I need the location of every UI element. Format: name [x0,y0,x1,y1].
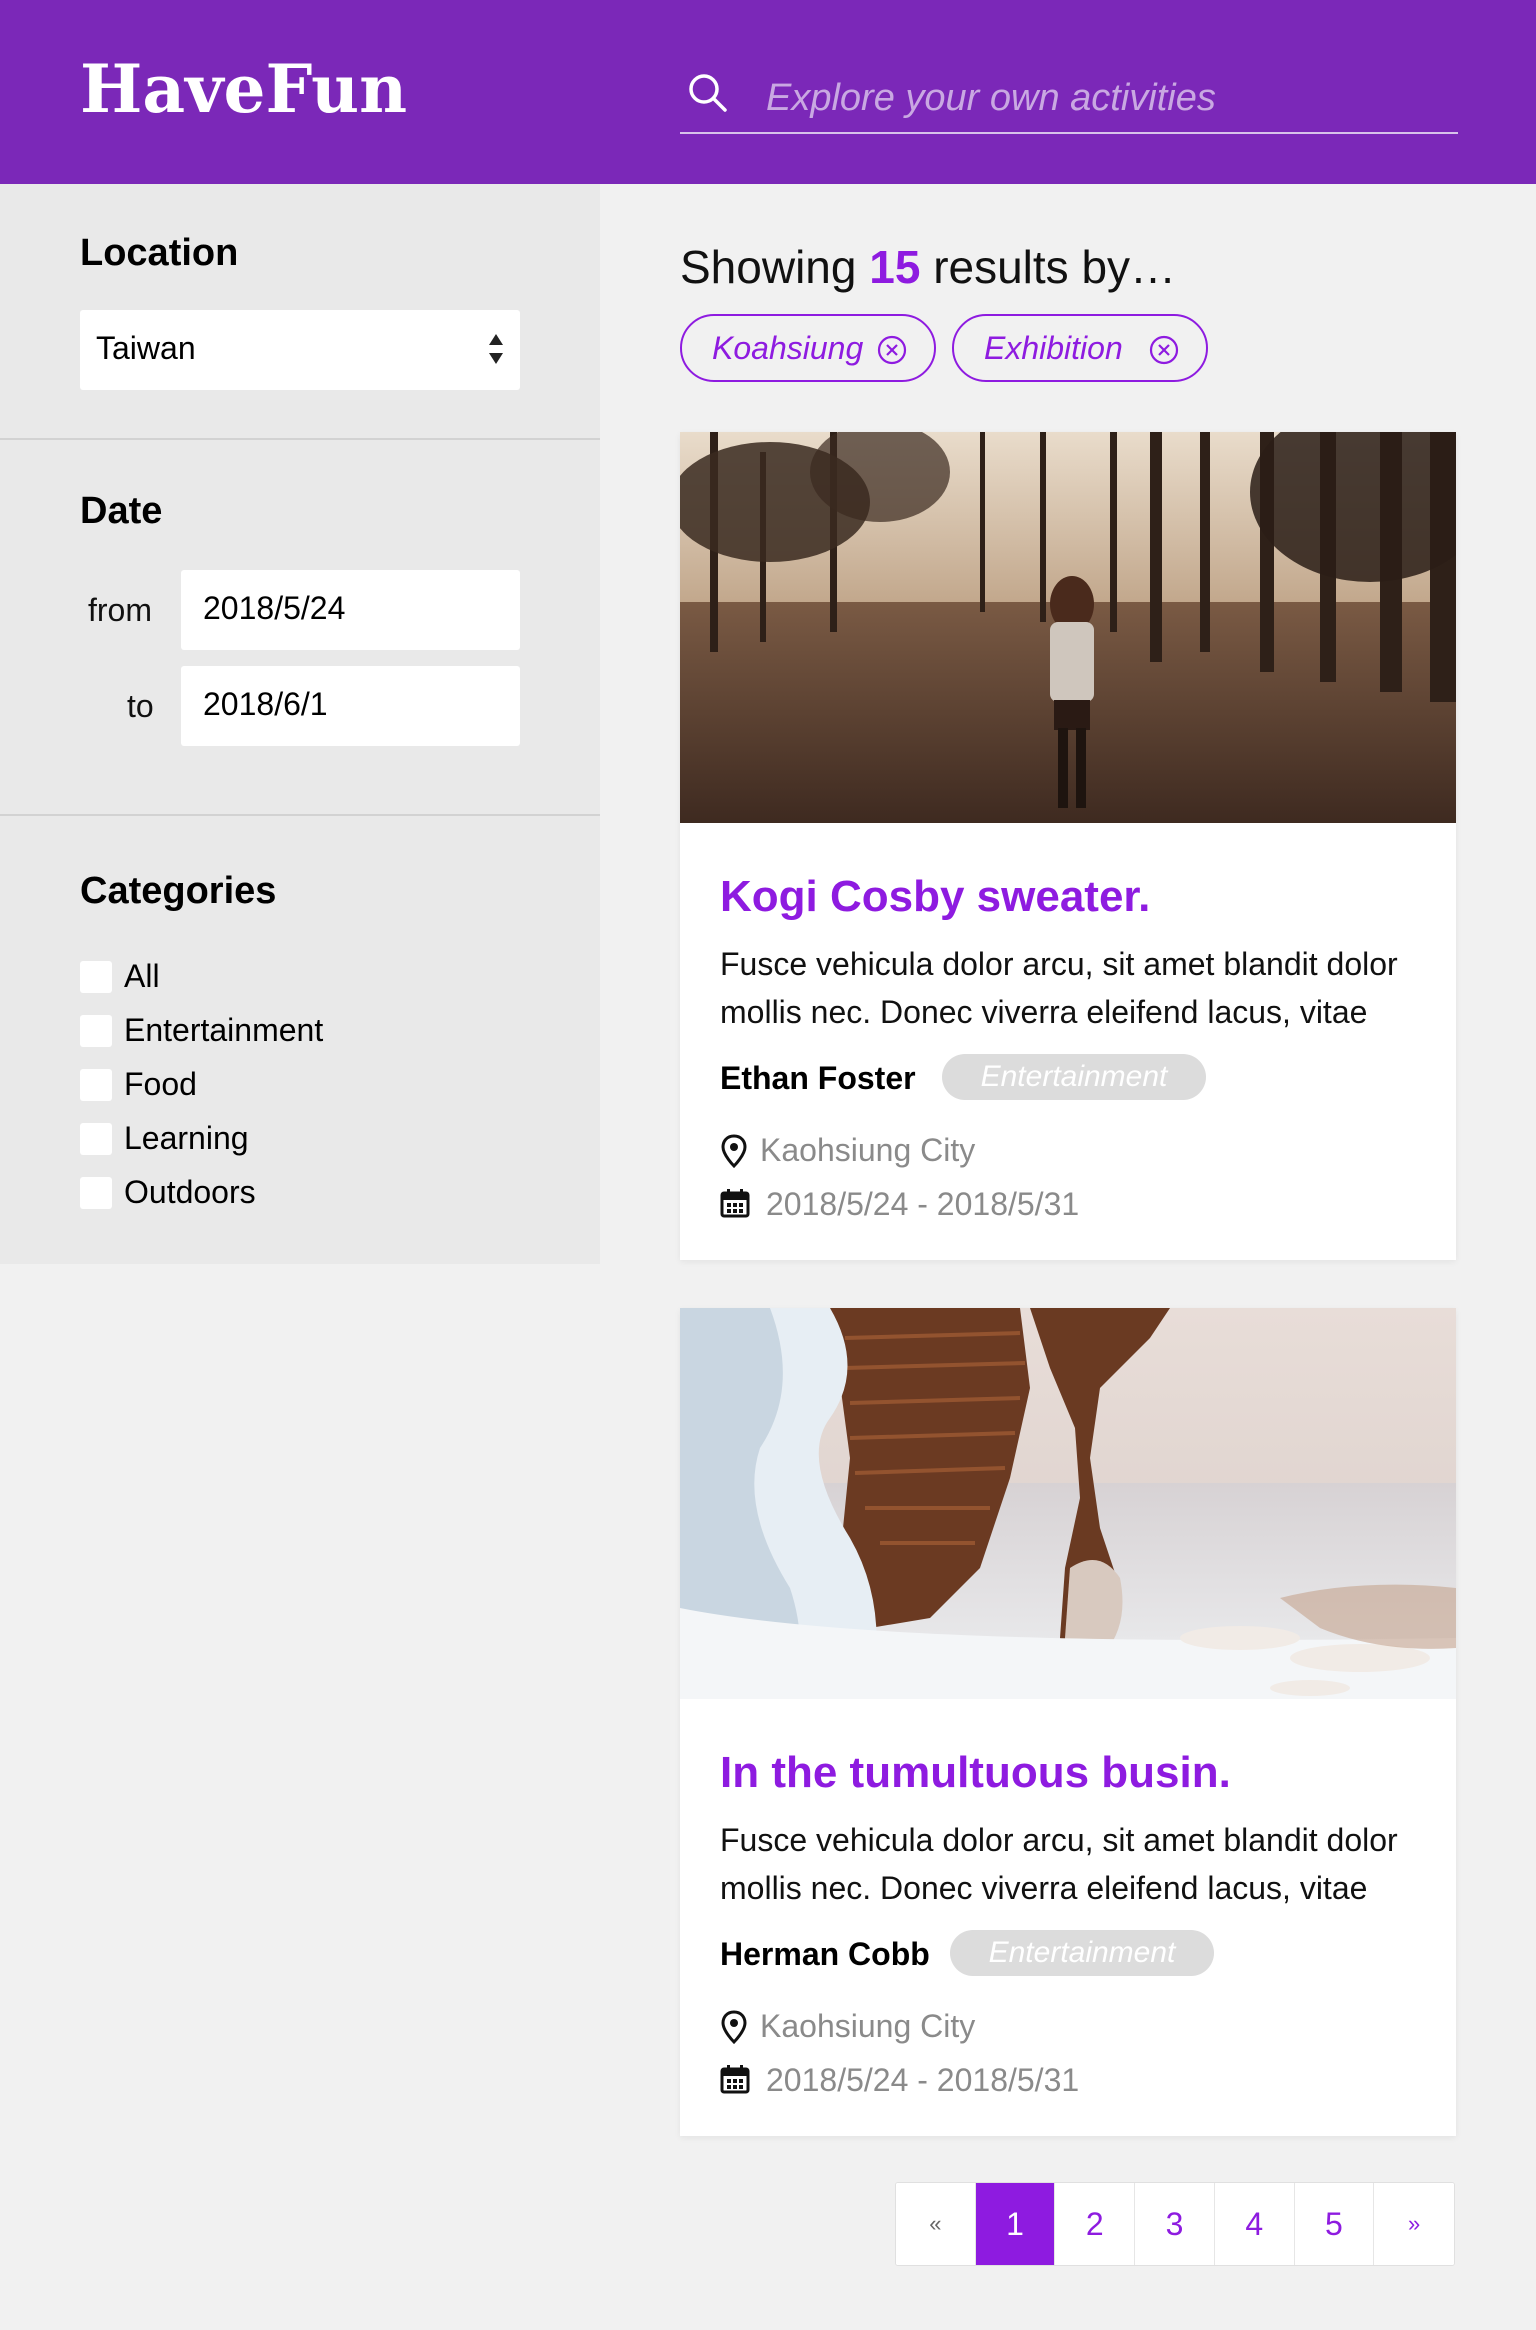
card-location: Kaohsiung City [760,2008,976,2044]
date-from-label: from [88,592,152,628]
logo[interactable]: HaveFun [80,50,407,128]
date-from-field[interactable]: 2018/5/24 [181,570,520,650]
filter-chip-koahsiung[interactable]: Koahsiung [680,314,936,382]
category-label: Entertainment [124,1012,324,1048]
location-title: Location [80,232,239,274]
results-prefix: Showing [680,241,857,293]
pagination: « 1 2 3 4 5 » [895,2182,1455,2266]
card-description: Fusce vehicula dolor arcu, sit amet blan… [720,946,1398,1030]
results-suffix: results by… [933,241,1177,293]
category-label: All [124,958,160,994]
location-pin-icon [721,2010,747,2044]
location-section: Location Taiwan [0,184,600,440]
results-count: 15 [869,241,921,293]
card-title[interactable]: In the tumultuous busin. [720,1748,1231,1798]
date-title: Date [80,490,163,532]
checkbox[interactable] [80,1123,112,1155]
page-next-button[interactable]: » [1374,2183,1454,2265]
location-select-value: Taiwan [96,330,196,366]
category-label: Food [124,1066,197,1102]
calendar-icon [720,2065,750,2094]
card-image-ice-cliffs[interactable] [680,1308,1456,1699]
checkbox[interactable] [80,1069,112,1101]
location-select[interactable]: Taiwan [80,310,520,390]
results-summary: Showing 15 results by… [680,240,1176,294]
page-button-3[interactable]: 3 [1135,2183,1215,2265]
filter-chip-label: Exhibition [984,330,1123,366]
date-section: Date from 2018/5/24 to 2018/6/1 [0,440,600,816]
filter-chip-label: Koahsiung [712,330,864,366]
card-author: Herman Cobb [720,1936,930,1972]
search-icon[interactable] [687,72,729,114]
category-label: Outdoors [124,1174,256,1210]
checkbox[interactable] [80,1177,112,1209]
calendar-icon [720,1189,750,1218]
page-button-1[interactable]: 1 [975,2183,1056,2265]
card-description: Fusce vehicula dolor arcu, sit amet blan… [720,1822,1398,1906]
checkbox[interactable] [80,961,112,993]
card-tag[interactable]: Entertainment [950,1930,1214,1976]
card-dates: 2018/5/24 - 2018/5/31 [766,1186,1080,1222]
card-author: Ethan Foster [720,1060,916,1096]
checkbox[interactable] [80,1015,112,1047]
activity-card[interactable]: In the tumultuous busin. Fusce vehicula … [680,1308,1456,2136]
card-title[interactable]: Kogi Cosby sweater. [720,872,1150,922]
date-from-value: 2018/5/24 [203,590,346,626]
categories-title: Categories [80,870,277,912]
search-input[interactable] [766,68,1446,128]
page-prev-button[interactable]: « [896,2183,976,2265]
category-label: Learning [124,1120,249,1156]
card-image-forest[interactable] [680,432,1456,823]
select-arrows-icon [489,334,503,364]
close-circle-icon[interactable] [1148,334,1180,366]
page-button-4[interactable]: 4 [1214,2183,1295,2265]
date-to-label: to [127,688,154,724]
filter-sidebar: Location Taiwan Date from 2018/5/24 to 2… [0,184,600,1264]
filter-chip-exhibition[interactable]: Exhibition [952,314,1208,382]
card-tag[interactable]: Entertainment [942,1054,1206,1100]
card-dates: 2018/5/24 - 2018/5/31 [766,2062,1080,2098]
search-bar[interactable] [680,68,1458,134]
page-button-5[interactable]: 5 [1294,2183,1375,2265]
card-location: Kaohsiung City [760,1132,976,1168]
date-to-field[interactable]: 2018/6/1 [181,666,520,746]
close-circle-icon[interactable] [876,334,908,366]
location-pin-icon [721,1134,747,1168]
categories-section: Categories All Entertainment Food Learni… [0,816,600,1264]
date-to-value: 2018/6/1 [203,686,328,722]
page-button-2[interactable]: 2 [1055,2183,1136,2265]
app-header: HaveFun [0,0,1536,184]
activity-card[interactable]: Kogi Cosby sweater. Fusce vehicula dolor… [680,432,1456,1260]
